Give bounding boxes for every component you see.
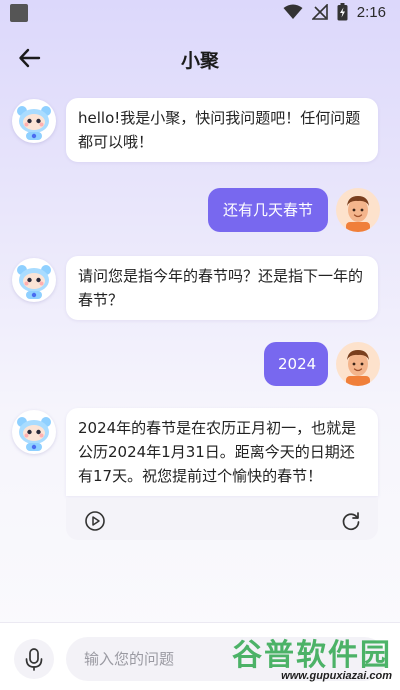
user-message: 还有几天春节 bbox=[208, 188, 328, 232]
refresh-icon bbox=[342, 512, 360, 531]
watermark: 谷普软件园 www.gupuxiazai.com bbox=[212, 630, 394, 686]
watermark-brand: 谷普软件园 bbox=[232, 638, 392, 673]
watermark-url: www.gupuxiazai.com bbox=[281, 670, 392, 682]
bot-message: hello!我是小聚，快问我问题吧！任何问题都可以哦！ bbox=[66, 98, 378, 162]
page-title: 小聚 bbox=[180, 50, 219, 72]
bot-avatar bbox=[12, 258, 56, 302]
notification-icon bbox=[10, 4, 28, 22]
user-cartoon-icon bbox=[346, 350, 370, 386]
battery-icon bbox=[337, 3, 348, 21]
robot-mascot-icon bbox=[17, 265, 51, 299]
robot-mascot-icon bbox=[17, 106, 51, 140]
bot-avatar bbox=[12, 99, 56, 143]
message-actions bbox=[66, 498, 378, 540]
user-avatar bbox=[336, 188, 380, 232]
regenerate-button[interactable] bbox=[340, 510, 362, 532]
play-icon bbox=[85, 511, 105, 531]
user-avatar bbox=[336, 342, 380, 386]
bot-message: 请问您是指今年的春节吗？还是指下一年的春节？ bbox=[66, 256, 378, 320]
no-signal-icon bbox=[311, 4, 328, 20]
microphone-icon bbox=[25, 648, 43, 671]
robot-mascot-icon bbox=[17, 417, 51, 451]
wifi-icon bbox=[283, 4, 303, 19]
play-audio-button[interactable] bbox=[84, 510, 106, 532]
app-bar: 小聚 bbox=[0, 36, 400, 80]
status-time: 2:16 bbox=[356, 3, 386, 21]
status-bar: 2:16 bbox=[0, 0, 400, 26]
bot-message: 2024年的春节是在农历正月初一，也就是公历2024年1月31日。距离今天的日期… bbox=[66, 408, 378, 496]
voice-input-button[interactable] bbox=[14, 639, 54, 679]
user-cartoon-icon bbox=[346, 196, 370, 232]
user-message: 2024 bbox=[264, 342, 328, 386]
status-icons: 2:16 bbox=[283, 3, 386, 21]
bot-avatar bbox=[12, 410, 56, 454]
